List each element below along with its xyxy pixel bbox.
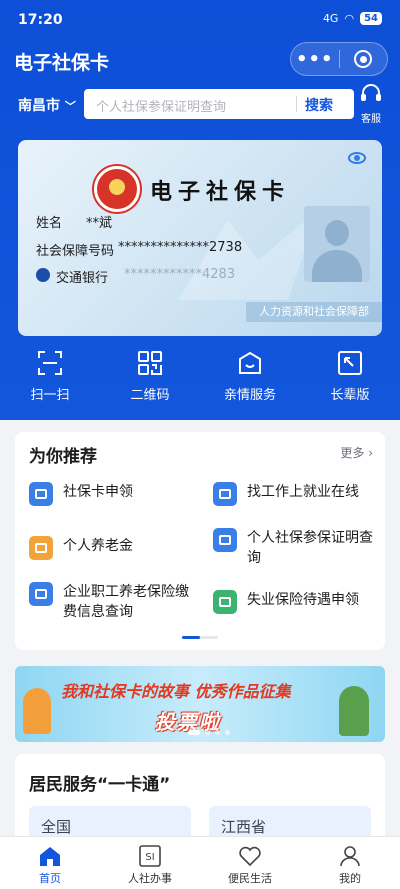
battery-icon: 54 bbox=[360, 12, 382, 25]
id-card-icon bbox=[29, 482, 53, 506]
tab-mine[interactable]: 我的 bbox=[300, 837, 400, 889]
recommend-title: 为你推荐 bbox=[29, 447, 97, 467]
more-label: 更多 bbox=[340, 446, 365, 460]
city-label: 南昌市 bbox=[18, 98, 60, 114]
recommend-panel: 为你推荐 更多 › 社保卡申领 找工作上就业在线 个人养老金 个人社保参保证明查… bbox=[15, 432, 385, 650]
scan-icon bbox=[38, 351, 62, 375]
service-item-card-apply[interactable]: 社保卡申领 bbox=[29, 482, 199, 506]
quick-action-scan[interactable]: 扫一扫 bbox=[0, 350, 100, 403]
document-icon bbox=[213, 482, 237, 506]
status-bar: 17:20 4G ◠ 54 bbox=[0, 0, 400, 42]
service-item-insurance-proof[interactable]: 个人社保参保证明查询 bbox=[213, 528, 378, 568]
card-bank-name: 交通银行 bbox=[56, 271, 109, 286]
service-label: 社保卡申领 bbox=[63, 484, 133, 500]
card-title: 电子社保卡 bbox=[150, 180, 291, 205]
tab-label: 我的 bbox=[339, 872, 361, 885]
search-divider bbox=[296, 96, 297, 112]
card-name-value: **斌 bbox=[86, 216, 113, 231]
banner-headline: 我和社保卡的故事 优秀作品征集 bbox=[61, 682, 291, 701]
quick-action-label: 亲情服务 bbox=[223, 388, 276, 403]
quick-action-qrcode[interactable]: 二维码 bbox=[100, 350, 200, 403]
headset-icon bbox=[361, 84, 381, 101]
service-item-pension-query[interactable]: 企业职工养老保险缴费信息查询 bbox=[29, 582, 199, 622]
tab-services[interactable]: SI 人社办事 bbox=[100, 837, 200, 889]
page-indicator bbox=[182, 636, 218, 639]
service-item-job[interactable]: 找工作上就业在线 bbox=[213, 482, 378, 506]
quick-action-label: 二维码 bbox=[130, 388, 170, 403]
search-bar[interactable]: 个人社保参保证明查询 搜索 bbox=[84, 89, 354, 119]
service-label: 个人养老金 bbox=[63, 538, 133, 554]
card-bank-number: ************4283 bbox=[124, 267, 236, 282]
qrcode-icon bbox=[138, 351, 162, 375]
service-label: 个人社保参保证明查询 bbox=[247, 530, 373, 566]
search-input[interactable]: 个人社保参保证明查询 bbox=[96, 96, 226, 115]
tab-label: 首页 bbox=[39, 872, 61, 885]
family-service-icon bbox=[239, 351, 261, 374]
user-icon bbox=[340, 846, 360, 867]
card-issuer: 人力资源和社会保障部 bbox=[246, 302, 382, 322]
city-selector[interactable]: 南昌市 ﹀ bbox=[18, 95, 76, 115]
resident-service-panel: 居民服务“一卡通” 全国 江西省 bbox=[15, 754, 385, 844]
customer-service-label: 客服 bbox=[361, 114, 381, 125]
banner-figure-left bbox=[23, 688, 51, 734]
service-item-pension[interactable]: 个人养老金 bbox=[29, 536, 199, 560]
wifi-icon: ◠ bbox=[344, 12, 355, 25]
service-label: 失业保险待遇申领 bbox=[247, 592, 359, 608]
service-label: 企业职工养老保险缴费信息查询 bbox=[63, 584, 189, 620]
service-label: 找工作上就业在线 bbox=[247, 484, 359, 500]
more-link[interactable]: 更多 › bbox=[340, 444, 373, 461]
national-emblem-icon bbox=[94, 166, 140, 212]
card-name-label: 姓名 bbox=[36, 216, 63, 231]
si-icon: SI bbox=[139, 845, 161, 867]
chevron-down-icon: ﹀ bbox=[64, 100, 76, 113]
banner-indicator bbox=[188, 730, 230, 735]
chevron-right-icon: › bbox=[368, 446, 373, 460]
tab-life[interactable]: 便民生活 bbox=[200, 837, 300, 889]
lock-bag-icon bbox=[213, 590, 237, 614]
card-id-value: **************2738 bbox=[118, 240, 243, 255]
tab-label: 人社办事 bbox=[128, 872, 172, 885]
shield-search-icon bbox=[29, 582, 53, 606]
signal-icon: 4G bbox=[322, 12, 339, 25]
quick-action-family[interactable]: 亲情服务 bbox=[200, 350, 300, 403]
promo-banner[interactable]: 我和社保卡的故事 优秀作品征集 投票啦 bbox=[15, 666, 385, 742]
quick-action-elder[interactable]: 长辈版 bbox=[300, 350, 400, 403]
status-time: 17:20 bbox=[18, 12, 63, 28]
eye-icon[interactable] bbox=[348, 152, 366, 164]
tab-label: 便民生活 bbox=[228, 872, 272, 885]
banner-figure-right bbox=[339, 686, 369, 736]
tab-home[interactable]: 首页 bbox=[0, 837, 100, 889]
target-circle-icon bbox=[354, 50, 373, 68]
bank-logo-icon bbox=[36, 268, 50, 282]
miniprogram-capsule: ••• bbox=[290, 42, 388, 76]
home-icon bbox=[40, 847, 60, 866]
piggy-bank-icon bbox=[29, 536, 53, 560]
customer-service-button[interactable]: 客服 bbox=[356, 84, 386, 125]
search-button[interactable]: 搜索 bbox=[305, 95, 333, 115]
resident-card-label: 全国 bbox=[41, 818, 72, 836]
elder-mode-icon bbox=[338, 351, 362, 375]
svg-text:SI: SI bbox=[145, 852, 154, 863]
bottom-tab-bar: 首页 SI 人社办事 便民生活 我的 bbox=[0, 836, 400, 889]
service-item-unemployment[interactable]: 失业保险待遇申领 bbox=[213, 590, 378, 614]
resident-card-label: 江西省 bbox=[221, 818, 267, 836]
quick-action-label: 长辈版 bbox=[330, 388, 370, 403]
quick-actions: 扫一扫 二维码 亲情服务 长辈版 bbox=[0, 350, 400, 403]
more-dots-icon[interactable]: ••• bbox=[291, 49, 339, 70]
heart-hands-icon bbox=[239, 846, 261, 867]
resident-service-title: 居民服务“一卡通” bbox=[29, 775, 171, 795]
card-id-label: 社会保障号码 bbox=[36, 244, 115, 259]
social-security-card[interactable]: 电子社保卡 姓名 **斌 社会保障号码 **************2738 交… bbox=[18, 140, 382, 336]
shield-search-icon bbox=[213, 528, 237, 552]
status-icons: 4G ◠ 54 bbox=[323, 12, 382, 25]
close-button[interactable] bbox=[339, 50, 387, 68]
page-title: 电子社保卡 bbox=[14, 52, 110, 74]
avatar bbox=[304, 206, 370, 282]
quick-action-label: 扫一扫 bbox=[30, 388, 70, 403]
